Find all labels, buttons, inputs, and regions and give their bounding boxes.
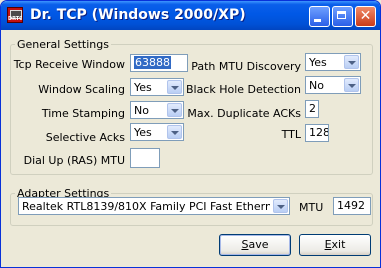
general-settings-legend: General Settings: [17, 38, 109, 51]
adapter-select[interactable]: Realtek RTL8139/810X Family PCI Fast Eth…: [18, 197, 290, 215]
black-hole-detection-value: No: [309, 79, 324, 92]
path-mtu-discovery-label: Path MTU Discovery: [191, 60, 301, 73]
selective-acks-label: Selective Acks: [45, 131, 125, 144]
exit-button[interactable]: Exit: [299, 234, 371, 256]
maximize-button[interactable]: [332, 6, 353, 27]
tcp-receive-window-input[interactable]: 63888: [130, 54, 188, 72]
time-stamping-label: Time Stamping: [41, 107, 125, 120]
max-duplicate-acks-input[interactable]: 2: [305, 100, 319, 118]
dial-up-mtu-input[interactable]: [130, 148, 160, 168]
title-bar[interactable]: DRTCP Dr. TCP (Windows 2000/XP) ✕: [1, 1, 380, 30]
adapter-mtu-input[interactable]: 1492: [333, 197, 371, 215]
minimize-button[interactable]: [309, 6, 330, 27]
chevron-down-icon[interactable]: [167, 103, 182, 117]
chevron-down-icon[interactable]: [167, 125, 182, 139]
chevron-down-icon[interactable]: [344, 55, 359, 69]
exit-mnemonic: E: [324, 238, 332, 251]
adapter-mtu-label: MTU: [299, 201, 324, 214]
adapter-select-value: Realtek RTL8139/810X Family PCI Fast Eth…: [22, 200, 270, 213]
tcp-receive-window-label: Tcp Receive Window: [13, 58, 125, 71]
tcp-receive-window-value: 63888: [134, 56, 171, 69]
path-mtu-discovery-select[interactable]: Yes: [305, 53, 361, 71]
ttl-input[interactable]: 128: [305, 124, 329, 142]
path-mtu-discovery-value: Yes: [309, 56, 327, 69]
window-title: Dr. TCP (Windows 2000/XP): [30, 7, 246, 23]
chevron-down-icon[interactable]: [344, 78, 359, 92]
save-label: ave: [248, 238, 269, 251]
time-stamping-value: No: [134, 104, 149, 117]
save-button[interactable]: Save: [219, 234, 291, 256]
close-icon: ✕: [359, 8, 372, 24]
time-stamping-select[interactable]: No: [130, 101, 184, 119]
exit-label: xit: [331, 238, 346, 251]
ttl-label: TTL: [281, 128, 301, 141]
dr-tcp-app-icon[interactable]: DRTCP: [7, 7, 23, 23]
app-icon-text: DRTCP: [8, 16, 23, 22]
window-scaling-select[interactable]: Yes: [130, 78, 184, 96]
dial-up-mtu-label: Dial Up (RAS) MTU: [23, 154, 125, 167]
black-hole-detection-label: Black Hole Detection: [185, 83, 301, 96]
selective-acks-select[interactable]: Yes: [130, 123, 184, 141]
max-duplicate-acks-label: Max. Duplicate ACKs: [187, 107, 301, 120]
chevron-down-icon[interactable]: [273, 199, 288, 213]
chevron-down-icon[interactable]: [167, 80, 182, 94]
window-scaling-value: Yes: [134, 81, 152, 94]
dr-tcp-window: DRTCP Dr. TCP (Windows 2000/XP) ✕ Genera…: [0, 0, 381, 268]
minimize-icon: [310, 7, 329, 26]
selective-acks-value: Yes: [134, 126, 152, 139]
close-button[interactable]: ✕: [355, 6, 376, 27]
maximize-icon: [333, 7, 352, 26]
black-hole-detection-select[interactable]: No: [305, 76, 361, 94]
window-scaling-label: Window Scaling: [38, 83, 125, 96]
